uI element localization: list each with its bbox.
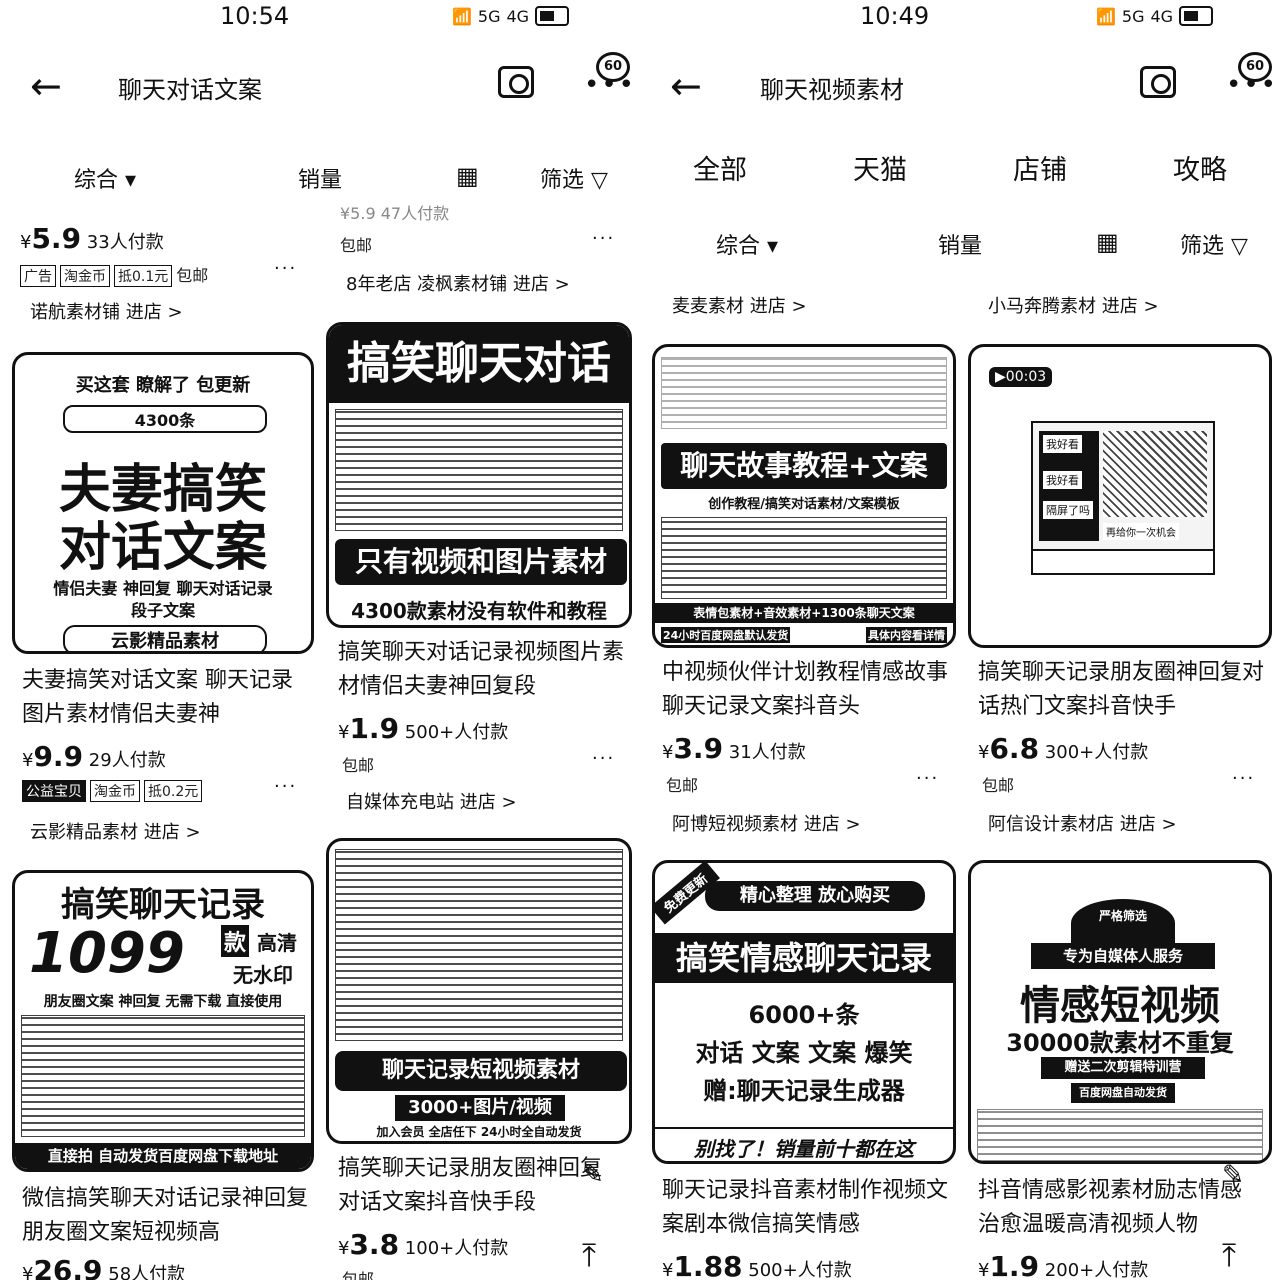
product-title[interactable]: 搞笑聊天对话记录视频图片素材情侣夫妻神回复段	[338, 636, 628, 704]
product-image[interactable]: 免费更新 精心整理 放心购买 搞笑情感聊天记录 6000+条 对话 文案 文案 …	[652, 860, 956, 1164]
product-price: ¥9.9 29人付款	[22, 740, 166, 773]
more-options-icon[interactable]: ···	[274, 258, 297, 279]
notification-badge: 60	[1238, 52, 1272, 82]
battery-icon	[535, 6, 570, 26]
product-title[interactable]: 搞笑聊天记录朋友圈神回复对话热门文案抖音快手	[978, 656, 1268, 724]
signal-5g: 5G	[477, 6, 501, 26]
right-screen: 10:49 📶 5G 4G ← 聊天视频素材 ••• 60 全部 天猫 店铺 攻…	[640, 0, 1280, 1280]
signal-4g: 4G	[506, 6, 530, 26]
signal-5g: 5G	[1121, 6, 1145, 26]
status-time: 10:54	[220, 2, 290, 30]
sort-comprehensive[interactable]: 综合 ▾	[716, 228, 778, 260]
product-image[interactable]: 聊天记录短视频素材 3000+图片/视频 加入会员 全店任下 24小时全自动发货	[326, 838, 632, 1144]
product-title[interactable]: 中视频伙伴计划教程情感故事聊天记录文案抖音头	[662, 656, 952, 724]
ship-label: 包邮	[982, 776, 1015, 795]
tags-cut-left: 广告 淘金币 抵0.1元 包邮	[20, 262, 208, 287]
notification-badge: 60	[596, 52, 630, 82]
video-duration: ▶00:03	[989, 367, 1053, 387]
back-arrow-icon[interactable]: ←	[30, 66, 62, 106]
status-icons: 📶 5G 4G	[452, 6, 570, 26]
product-price: ¥1.9 200+人付款	[978, 1250, 1149, 1280]
more-options-icon[interactable]: ···	[592, 228, 615, 249]
battery-icon	[1179, 6, 1214, 26]
ship-label: 包邮	[666, 776, 699, 795]
tab-guide[interactable]: 攻略	[1173, 148, 1227, 187]
back-to-top-icon[interactable]: ⤒	[1222, 1236, 1236, 1275]
product-image[interactable]: 聊天故事教程+文案 创作教程/搞笑对话素材/文案模板 表情包素材+音效素材+13…	[652, 344, 956, 648]
price-cut-right: ¥5.9 47人付款	[340, 204, 450, 223]
product-title[interactable]: 聊天记录抖音素材制作视频文案剧本微信搞笑情感	[662, 1174, 952, 1242]
product-price: ¥1.9 500+人付款	[338, 712, 509, 745]
filter-button[interactable]: 筛选 ▽	[1180, 228, 1248, 260]
chat-preview: 我好看 我好看 隔屏了吗 再给你一次机会	[1031, 421, 1215, 575]
shop-link[interactable]: 麦麦素材 进店 >	[672, 292, 807, 318]
product-title[interactable]: 夫妻搞笑对话文案 聊天记录图片素材情侣夫妻神	[22, 664, 312, 732]
product-image[interactable]: ▶00:03 我好看 我好看 隔屏了吗 再给你一次机会	[968, 344, 1272, 648]
product-price: ¥6.8 300+人付款	[978, 732, 1149, 765]
status-time: 10:49	[860, 2, 930, 30]
ship-label: 包邮	[342, 1270, 375, 1280]
filter-button[interactable]: 筛选 ▽	[540, 162, 608, 194]
more-options-icon[interactable]: ···	[1232, 768, 1255, 789]
shop-link[interactable]: 云影精品素材 进店 >	[30, 818, 201, 844]
signal-4g: 4G	[1150, 6, 1174, 26]
status-icons: 📶 5G 4G	[1096, 6, 1214, 26]
back-arrow-icon[interactable]: ←	[670, 66, 702, 106]
product-image[interactable]: 搞笑聊天记录 1099 款 高清 无水印 朋友圈文案 神回复 无需下载 直接使用…	[12, 870, 314, 1172]
edit-icon[interactable]: ✎	[582, 1160, 604, 1190]
back-to-top-icon[interactable]: ⤒	[582, 1236, 596, 1275]
grid-view-icon[interactable]: ▦	[1096, 228, 1119, 256]
left-screen: 10:54 📶 5G 4G ← 聊天对话文案 ••• 60 综合 ▾ 销量 ▦ …	[0, 0, 640, 1280]
product-price: ¥1.88 500+人付款	[662, 1250, 852, 1280]
ship-label: 包邮	[340, 236, 373, 255]
tab-tmall[interactable]: 天猫	[853, 148, 907, 187]
search-title[interactable]: 聊天对话文案	[118, 70, 262, 105]
product-image[interactable]: 买这套 瞭解了 包更新 4300条 夫妻搞笑 对话文案 情侣夫妻 神回复 聊天对…	[12, 352, 314, 654]
more-options-icon[interactable]: ···	[916, 768, 939, 789]
product-price: ¥26.9 58人付款	[22, 1254, 186, 1280]
shop-link[interactable]: 自媒体充电站 进店 >	[346, 788, 517, 814]
wifi-icon: 📶	[452, 6, 472, 26]
more-options-icon[interactable]: ···	[274, 776, 297, 797]
shop-link[interactable]: 阿博短视频素材 进店 >	[672, 810, 861, 836]
shop-link[interactable]: 小马奔腾素材 进店 >	[988, 292, 1159, 318]
search-title[interactable]: 聊天视频素材	[760, 70, 904, 105]
shop-link[interactable]: 诺航素材铺 进店 >	[30, 298, 183, 324]
more-options-icon[interactable]: ···	[592, 748, 615, 769]
sort-comprehensive[interactable]: 综合 ▾	[74, 162, 136, 194]
product-price: ¥3.8 100+人付款	[338, 1228, 509, 1261]
shop-link[interactable]: 8年老店 凌枫素材铺 进店 >	[346, 270, 570, 296]
sort-sales[interactable]: 销量	[938, 228, 982, 260]
price-cut-left: ¥5.9 33人付款	[20, 222, 164, 255]
shop-link[interactable]: 阿信设计素材店 进店 >	[988, 810, 1177, 836]
edit-icon[interactable]: ✎	[1222, 1160, 1244, 1190]
ship-label: 包邮	[342, 756, 375, 775]
camera-icon[interactable]	[1140, 66, 1176, 98]
product-tags: 公益宝贝 淘金币 抵0.2元	[22, 780, 206, 802]
category-tabs: 全部 天猫 店铺 攻略	[640, 148, 1280, 187]
tab-shop[interactable]: 店铺	[1013, 148, 1067, 187]
product-image[interactable]: 搞笑聊天对话 只有视频和图片素材 4300款素材没有软件和教程	[326, 322, 632, 628]
sort-sales[interactable]: 销量	[298, 162, 342, 194]
product-title[interactable]: 微信搞笑聊天对话记录神回复朋友圈文案短视频高	[22, 1182, 312, 1250]
grid-view-icon[interactable]: ▦	[456, 162, 479, 190]
product-title[interactable]: 抖音情感影视素材励志情感治愈温暖高清视频人物	[978, 1174, 1244, 1242]
product-image[interactable]: 严格筛选 专为自媒体人服务 情感短视频 30000款素材不重复 赠送二次剪辑特训…	[968, 860, 1272, 1164]
camera-icon[interactable]	[498, 66, 534, 98]
wifi-icon: 📶	[1096, 6, 1116, 26]
tab-all[interactable]: 全部	[693, 148, 747, 187]
product-title[interactable]: 搞笑聊天记录朋友圈神回复对话文案抖音快手段	[338, 1152, 604, 1220]
product-price: ¥3.9 31人付款	[662, 732, 806, 765]
